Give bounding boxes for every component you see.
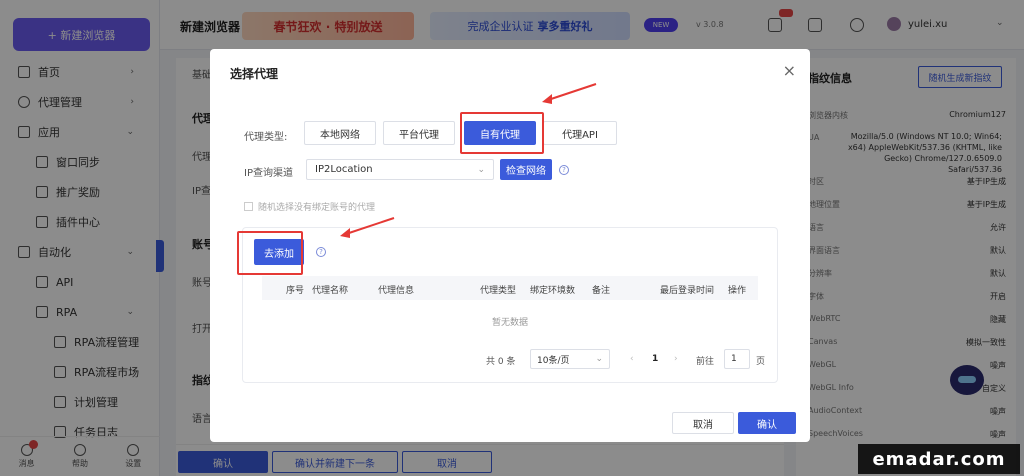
table-header: 序号 代理名称 代理信息 代理类型 绑定环境数 备注 最后登录时间 操作 (262, 276, 758, 300)
page-size-value: 10条/页 (537, 355, 570, 366)
help-icon[interactable]: ? (316, 247, 326, 257)
dialog-cancel-button[interactable]: 取消 (672, 412, 734, 434)
proxy-type-api[interactable]: 代理API (543, 121, 617, 145)
ip-channel-value: IP2Location (315, 164, 373, 175)
help-icon[interactable]: ? (559, 165, 569, 175)
page-number[interactable]: 1 (652, 354, 658, 364)
watermark: emadar.com (858, 444, 1020, 474)
dialog-title: 选择代理 (230, 67, 279, 81)
proxy-type-local[interactable]: 本地网络 (304, 121, 376, 145)
chevron-down-icon: ⌄ (477, 164, 485, 175)
annotation-box-own-proxy (460, 112, 544, 154)
ip-channel-select[interactable]: IP2Location ⌄ (306, 159, 494, 180)
random-proxy-checkbox[interactable]: 随机选择没有绑定账号的代理 (244, 200, 375, 213)
pager-total: 共 0 条 (486, 357, 516, 367)
proxy-type-label: 代理类型: (244, 132, 288, 143)
checkbox-label: 随机选择没有绑定账号的代理 (258, 203, 376, 213)
annotation-box-add-button (237, 231, 303, 275)
dialog-confirm-button[interactable]: 确认 (738, 412, 796, 434)
annotation-arrow-icon (542, 83, 597, 104)
close-icon[interactable]: × (783, 61, 796, 80)
column-header: 代理信息 (378, 286, 415, 296)
column-header: 代理类型 (480, 286, 517, 296)
check-network-button[interactable]: 检查网络 (500, 159, 552, 180)
page-unit-label: 页 (756, 357, 766, 367)
next-page-icon[interactable]: › (674, 354, 678, 364)
column-header: 绑定环境数 (530, 286, 576, 296)
column-header: 代理名称 (312, 286, 349, 296)
checkbox-box[interactable] (244, 202, 253, 211)
column-header: 序号 (286, 286, 305, 296)
chevron-down-icon: ⌄ (595, 354, 603, 364)
ip-channel-label: IP查询渠道 (244, 168, 293, 179)
annotation-arrow-icon (340, 217, 395, 238)
proxy-type-platform[interactable]: 平台代理 (383, 121, 455, 145)
page-size-select[interactable]: 10条/页 ⌄ (530, 349, 610, 369)
column-header: 备注 (592, 286, 611, 296)
goto-label: 前往 (696, 357, 715, 367)
prev-page-icon[interactable]: ‹ (630, 354, 634, 364)
goto-page-input[interactable]: 1 (724, 349, 750, 369)
empty-state: 暂无数据 (491, 318, 528, 328)
column-header: 最后登录时间 (660, 286, 715, 296)
column-header: 操作 (728, 286, 747, 296)
